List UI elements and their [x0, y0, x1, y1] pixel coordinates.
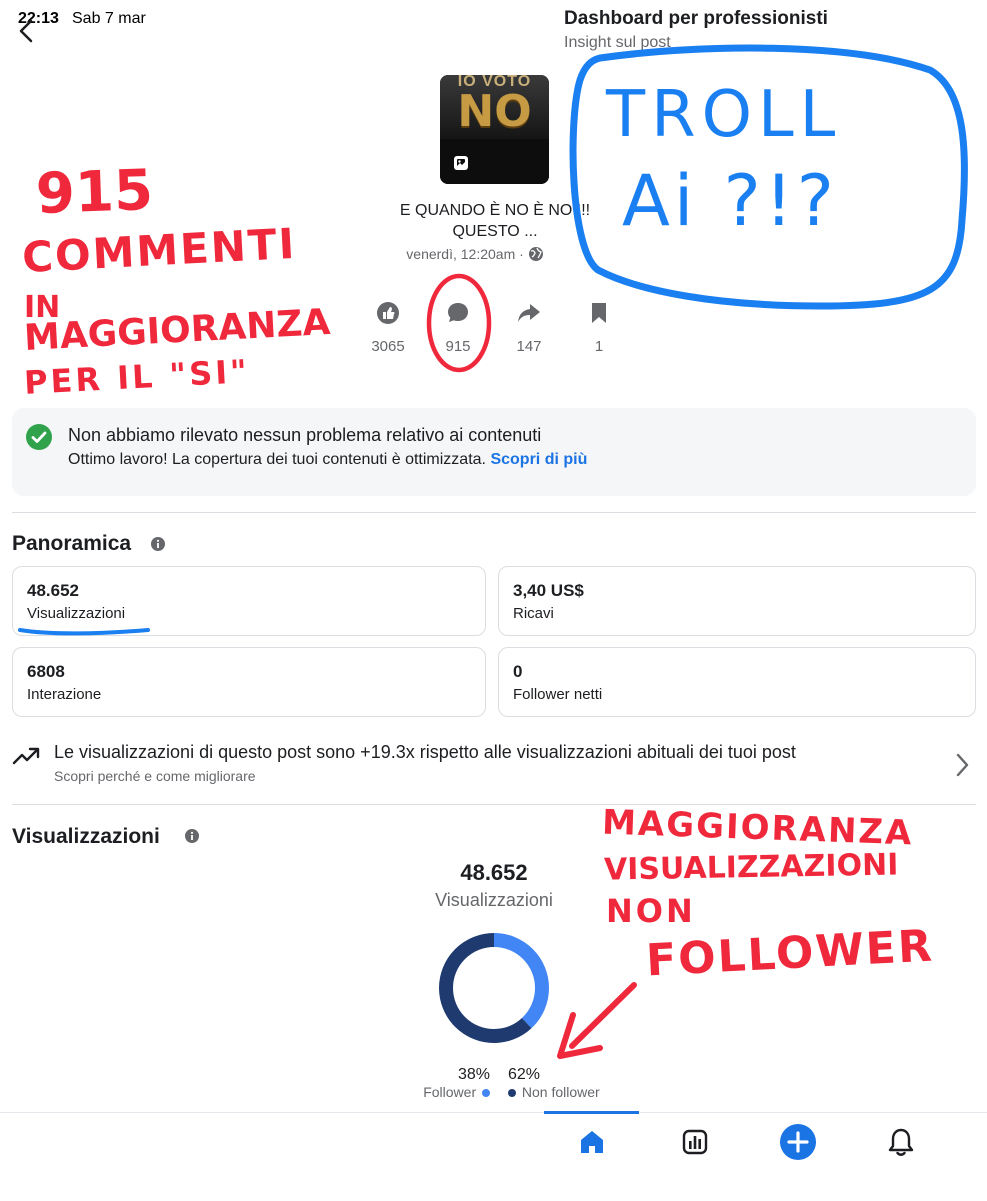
chevron-left-icon — [19, 19, 33, 43]
stat-comments[interactable]: 915 — [423, 300, 493, 355]
notifications-icon[interactable] — [887, 1127, 915, 1157]
info-icon[interactable] — [151, 537, 165, 551]
views-donut-chart — [439, 933, 549, 1043]
share-icon — [518, 304, 540, 322]
annotation-troll: TROLL — [606, 78, 842, 152]
annotation-visualizzazioni: VISUALIZZAZIONI — [603, 847, 899, 888]
page-title: Dashboard per professionisti — [564, 8, 828, 29]
active-tab-indicator — [544, 1111, 639, 1114]
legend-non-follower-label: Non follower — [508, 1084, 628, 1100]
annotation-maggioranza-left: MAGGIORANZA — [23, 302, 332, 359]
thumbnail-graphic: IO VOTO NO — [440, 75, 549, 139]
legend-non-follower-percent: 62% — [508, 1066, 541, 1083]
legend-non-follower: 62% Non follower — [508, 1066, 628, 1100]
back-button[interactable] — [14, 18, 40, 44]
divider — [12, 512, 976, 513]
chevron-right-icon[interactable] — [955, 753, 969, 777]
stat-reactions[interactable]: 3065 — [353, 300, 423, 355]
trending-up-icon — [12, 747, 40, 765]
insight-subtext: Scopri perché e come migliorare — [54, 768, 256, 784]
photo-icon — [454, 156, 468, 170]
views-caption: Visualizzazioni — [435, 890, 553, 910]
globe-icon — [528, 247, 543, 261]
bottom-tab-bar — [0, 1112, 987, 1201]
page-subtitle: Insight sul post — [564, 34, 671, 51]
home-icon[interactable] — [578, 1128, 606, 1156]
reactions-count: 3065 — [371, 338, 405, 355]
metric-label: Visualizzazioni — [27, 605, 126, 622]
legend-non-follower-dot — [508, 1089, 516, 1097]
post-date: venerdì, 12:20am · — [380, 246, 570, 262]
thumbnail-text-main: NO — [457, 86, 532, 137]
metric-label: Follower netti — [513, 686, 603, 703]
metric-card-views[interactable]: 48.652 Visualizzazioni — [12, 566, 486, 636]
saves-count: 1 — [594, 338, 604, 355]
learn-more-link[interactable]: Scopri di più — [490, 451, 587, 468]
annotation-non: NON — [606, 892, 696, 930]
info-icon[interactable] — [185, 829, 199, 843]
metric-value: 0 — [513, 662, 523, 681]
divider — [12, 804, 976, 805]
metric-card-engagement[interactable]: 6808 Interazione — [12, 647, 486, 717]
annotation-per-il-si: PER IL "SI" — [23, 352, 251, 402]
post-title-line2: QUESTO ... — [452, 223, 538, 240]
legend-follower-text: Follower — [423, 1084, 477, 1100]
comments-count: 915 — [445, 338, 471, 355]
annotation-red-arrowhead — [557, 1012, 603, 1059]
annotation-maggioranza-right: MAGGIORANZA — [601, 802, 915, 854]
separator-dot: · — [519, 246, 528, 262]
legend-follower-label: Follower — [400, 1084, 490, 1100]
legend-follower-dot — [482, 1089, 490, 1097]
post-title-line1: E QUANDO È NO È NO !!! — [399, 202, 591, 219]
status-date: Sab 7 mar — [72, 10, 146, 27]
views-title: Visualizzazioni — [12, 825, 160, 848]
metric-card-net-followers[interactable]: 0 Follower netti — [498, 647, 976, 717]
stat-saves[interactable]: 1 — [564, 300, 634, 355]
annotation-commenti: COMMENTI — [20, 218, 298, 283]
metric-value: 6808 — [27, 662, 65, 681]
metric-label: Interazione — [27, 686, 102, 703]
metric-value: 3,40 US$ — [513, 581, 584, 600]
annotation-follower: FOLLOWER — [644, 920, 935, 987]
views-total: 48.652 — [460, 860, 528, 885]
post-thumbnail[interactable]: IO VOTO NO — [440, 75, 549, 184]
annotation-red-arrow — [569, 982, 637, 1049]
notice-text: Ottimo lavoro! La copertura dei tuoi con… — [68, 451, 587, 469]
stat-shares[interactable]: 147 — [494, 300, 564, 355]
check-circle-icon — [26, 424, 52, 450]
notice-body: Ottimo lavoro! La copertura dei tuoi con… — [68, 451, 486, 468]
reactions-icon — [377, 302, 399, 324]
annotation-ai: Ai ?!? — [622, 160, 838, 242]
insight-text: Le visualizzazioni di questo post sono +… — [54, 742, 796, 762]
metric-label: Ricavi — [513, 605, 554, 622]
notice-title: Non abbiamo rilevato nessun problema rel… — [68, 425, 542, 445]
metric-value: 48.652 — [27, 581, 79, 600]
bookmark-icon — [592, 303, 606, 323]
insights-icon[interactable] — [681, 1128, 709, 1156]
post-date-text: venerdì, 12:20am — [406, 246, 516, 262]
overview-title: Panoramica — [12, 532, 132, 555]
post-title: E QUANDO È NO È NO !!! QUESTO ... — [340, 200, 650, 242]
legend-follower-percent: 38% — [457, 1066, 490, 1083]
metric-card-revenue[interactable]: 3,40 US$ Ricavi — [498, 566, 976, 636]
shares-count: 147 — [516, 338, 542, 355]
comment-icon — [448, 303, 468, 322]
annotation-915: 915 — [34, 157, 155, 228]
create-icon[interactable] — [780, 1124, 816, 1160]
legend-follower: 38% Follower — [400, 1066, 490, 1100]
legend-non-follower-text: Non follower — [521, 1084, 600, 1100]
